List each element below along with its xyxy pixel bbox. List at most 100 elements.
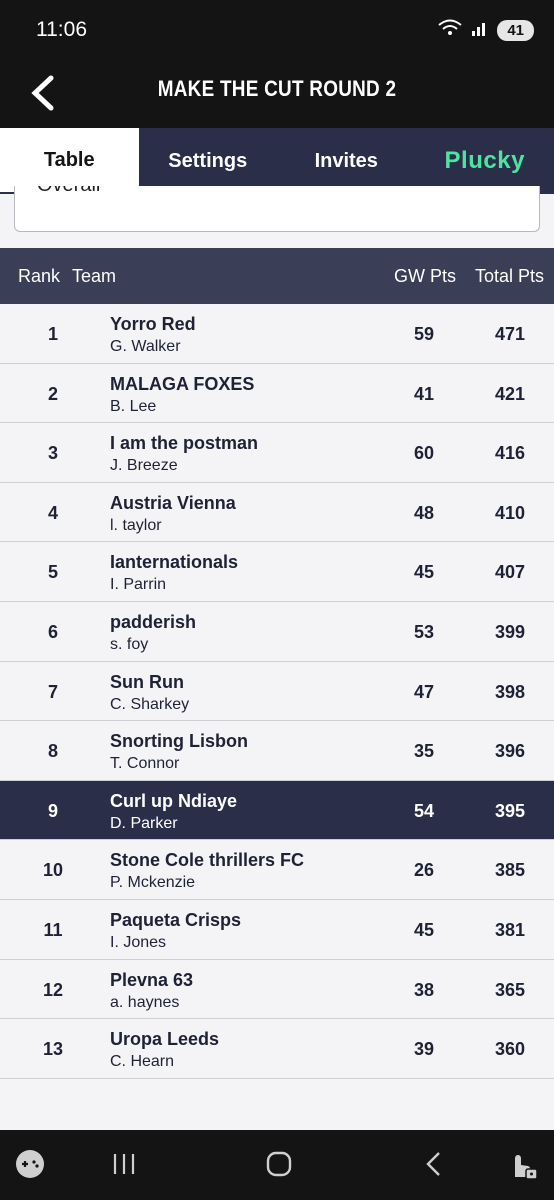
row-team-name: Snorting Lisbon (110, 731, 248, 752)
row-gw-pts: 45 (413, 919, 435, 940)
row-team-name: Yorro Red (110, 314, 196, 334)
row-gw-pts: 60 (413, 443, 435, 464)
row-team-name: Uropa Leeds (110, 1029, 220, 1050)
table-row[interactable]: 8 Snorting Lisbon T. Connor 35 396 (0, 721, 554, 781)
row-team-name: I am the postman (110, 433, 259, 454)
tab-settings[interactable]: Settings (139, 128, 278, 194)
row-rank: 11 (43, 919, 63, 940)
recents-icon (110, 1151, 138, 1182)
game-launcher-button[interactable] (12, 1148, 48, 1184)
row-manager-name: G. Walker (110, 338, 181, 355)
league-filter-select[interactable]: Overall (14, 186, 540, 232)
row-rank: 2 (47, 383, 58, 404)
table-row[interactable]: 3 I am the postman J. Breeze 60 416 (0, 423, 554, 483)
nav-back-icon (423, 1150, 445, 1183)
row-rank: 3 (47, 443, 58, 464)
row-total-pts: 381 (494, 919, 526, 940)
wifi-icon (437, 18, 463, 43)
table-row[interactable]: 12 Plevna 63 a. haynes 38 365 (0, 959, 554, 1020)
row-total-pts: 365 (494, 979, 526, 1000)
battery-indicator: 41 (497, 20, 534, 41)
table-row[interactable]: 4 Austria Vienna l. taylor 48 410 (0, 482, 554, 543)
table-row[interactable]: 2 MALAGA FOXES B. Lee 41 421 (0, 363, 554, 424)
row-team-name: Stone Cole thrillers FC (110, 850, 305, 871)
row-gw-pts: 59 (413, 324, 435, 344)
nav-back-button[interactable] (416, 1148, 452, 1184)
filter-value: Overall (37, 186, 100, 197)
row-gw-pts: 53 (413, 621, 435, 642)
row-gw-pts: 38 (413, 979, 435, 1000)
row-manager-name: l. taylor (110, 516, 162, 534)
status-time: 11:06 (36, 18, 87, 41)
table-row[interactable]: 13 Uropa Leeds C. Hearn 39 360 (0, 1019, 554, 1079)
row-total-pts: 407 (494, 562, 526, 583)
row-team-name: Curl up Ndiaye (110, 790, 238, 811)
system-icons: 41 (437, 18, 534, 43)
table-row-current-user[interactable]: 9 Curl up Ndiaye D. Parker 54 395 (0, 780, 554, 841)
row-rank: 8 (47, 741, 58, 762)
row-total-pts: 385 (494, 860, 526, 881)
accessibility-button[interactable] (504, 1148, 540, 1184)
row-manager-name: P. Mckenzie (110, 874, 196, 892)
row-manager-name: J. Breeze (110, 457, 178, 475)
row-manager-name: a. haynes (110, 993, 180, 1011)
table-header: Rank Team GW Pts Total Pts (0, 248, 554, 304)
header-rank: Rank (18, 266, 61, 286)
row-rank: 9 (47, 800, 58, 821)
table-row[interactable]: 7 Sun Run C. Sharkey 47 398 (0, 661, 554, 722)
row-team-name: Plevna 63 (110, 969, 194, 990)
row-total-pts: 421 (494, 383, 526, 404)
signal-icon (471, 19, 489, 42)
row-rank: 1 (47, 324, 58, 344)
table-row[interactable]: 11 Paqueta Crisps I. Jones 45 381 (0, 899, 554, 960)
header-total-pts: Total Pts (475, 266, 545, 286)
row-team-name: Paqueta Crisps (110, 909, 242, 930)
row-gw-pts: 48 (413, 502, 435, 523)
row-rank: 4 (47, 502, 58, 523)
tab-table[interactable]: Table (0, 128, 139, 192)
row-total-pts: 416 (494, 443, 526, 464)
row-rank: 7 (47, 681, 58, 702)
table-row[interactable]: 5 Ianternationals I. Parrin 45 407 (0, 542, 554, 602)
system-nav-bar (0, 1130, 554, 1200)
row-rank: 6 (47, 621, 58, 642)
row-manager-name: C. Sharkey (110, 695, 190, 713)
row-team-name: Austria Vienna (110, 492, 236, 513)
table-row[interactable]: 6 padderish s. foy 53 399 (0, 601, 554, 662)
row-total-pts: 360 (494, 1039, 526, 1060)
row-manager-name: T. Connor (110, 755, 180, 773)
standings-table: 1 Yorro Red G. Walker 59 471 2 MALAGA FOXES B. … (0, 304, 554, 1079)
row-rank: 13 (42, 1039, 64, 1060)
header-team: Team (72, 266, 117, 286)
row-team-name: Sun Run (110, 671, 184, 692)
row-manager-name: s. foy (110, 635, 149, 653)
page-title: MAKE THE CUT ROUND 2 (157, 76, 397, 101)
tab-invites[interactable]: Invites (277, 128, 416, 194)
row-manager-name: I. Jones (110, 933, 167, 951)
row-total-pts: 399 (494, 621, 526, 642)
row-manager-name: C. Hearn (110, 1053, 175, 1071)
recents-button[interactable] (106, 1148, 142, 1184)
home-button[interactable] (261, 1148, 297, 1184)
row-manager-name: D. Parker (110, 814, 178, 832)
table-row[interactable]: 1 Yorro Red G. Walker 59 471 (0, 304, 554, 364)
tab-plucky[interactable]: Plucky (416, 128, 554, 194)
app-header: MAKE THE CUT ROUND 2 (0, 62, 554, 128)
touch-lock-icon (506, 1147, 538, 1186)
row-gw-pts: 45 (413, 562, 435, 583)
row-total-pts: 410 (494, 502, 526, 523)
row-gw-pts: 26 (413, 860, 435, 881)
row-gw-pts: 35 (413, 741, 435, 762)
row-team-name: MALAGA FOXES (110, 373, 255, 394)
table-row[interactable]: 10 Stone Cole thrillers FC P. Mckenzie 26 38… (0, 840, 554, 900)
row-gw-pts: 54 (413, 800, 435, 821)
row-gw-pts: 47 (413, 681, 435, 702)
game-launcher-icon (14, 1148, 46, 1185)
row-total-pts: 395 (494, 800, 526, 821)
home-icon (265, 1150, 293, 1183)
status-bar: 11:06 41 (0, 0, 554, 62)
tab-bar: Table Settings Invites Plucky (0, 128, 554, 194)
row-team-name: padderish (110, 611, 197, 632)
row-rank: 5 (47, 562, 58, 583)
row-manager-name: B. Lee (110, 397, 157, 415)
